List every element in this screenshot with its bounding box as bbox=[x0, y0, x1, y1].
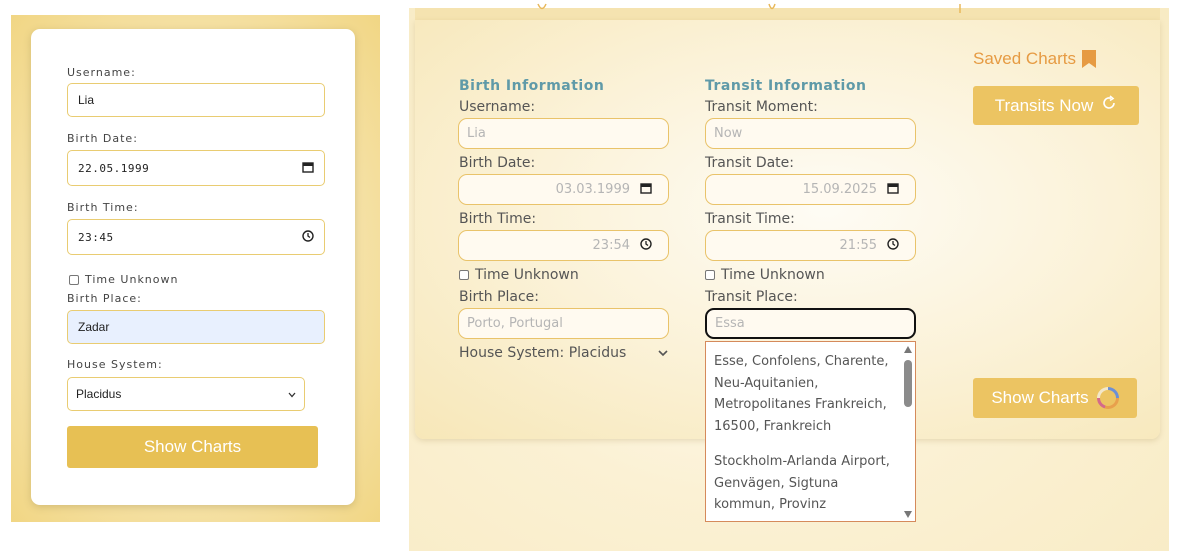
transit-date-value: 15.09.2025 bbox=[802, 182, 877, 197]
birth-place-input[interactable]: Porto, Portugal bbox=[458, 308, 669, 339]
birth-place-placeholder: Porto, Portugal bbox=[467, 316, 563, 331]
clock-icon[interactable] bbox=[887, 237, 899, 254]
house-system-select[interactable]: House System: Placidus bbox=[459, 345, 668, 361]
saved-charts-link[interactable]: Saved Charts bbox=[973, 49, 1096, 69]
birth-date-input[interactable]: 22.05.1999 bbox=[67, 150, 325, 186]
clock-icon[interactable] bbox=[302, 229, 314, 245]
refresh-icon bbox=[1101, 95, 1117, 116]
birth-username-placeholder: Lia bbox=[467, 126, 486, 141]
birth-place-input[interactable]: Zadar bbox=[67, 310, 325, 344]
birth-time-unknown-row[interactable]: Time Unknown bbox=[459, 267, 579, 283]
birth-username-label: Username: bbox=[459, 99, 536, 115]
username-input[interactable]: Lia bbox=[67, 83, 325, 117]
birth-date-value: 22.05.1999 bbox=[78, 161, 150, 175]
birth-place-label: Birth Place: bbox=[459, 289, 540, 305]
time-unknown-row[interactable]: Time Unknown bbox=[69, 273, 178, 286]
birth-username-input[interactable]: Lia bbox=[458, 118, 669, 149]
birth-place-value: Zadar bbox=[78, 320, 110, 334]
time-unknown-label: Time Unknown bbox=[85, 273, 179, 286]
chevron-down-icon bbox=[658, 345, 668, 361]
birth-time-label: Birth Time: bbox=[67, 201, 139, 214]
transit-date-input[interactable]: 15.09.2025 bbox=[705, 174, 916, 205]
clock-icon[interactable] bbox=[640, 237, 652, 254]
house-system-value: Placidus bbox=[76, 387, 122, 401]
scroll-up-arrow-icon[interactable] bbox=[904, 346, 912, 353]
transit-time-value: 21:55 bbox=[839, 238, 877, 253]
suggestion-option[interactable]: Stockholm-Arlanda Airport, Genvägen, Sig… bbox=[706, 451, 915, 516]
scroll-thumb[interactable] bbox=[904, 360, 912, 407]
birth-time-label: Birth Time: bbox=[459, 211, 537, 227]
birth-time-input[interactable]: 23:54 bbox=[458, 230, 669, 261]
time-unknown-checkbox[interactable] bbox=[69, 274, 79, 285]
show-charts-label: Show Charts bbox=[991, 388, 1089, 407]
house-system-select[interactable]: Placidus bbox=[67, 377, 305, 411]
saved-charts-label: Saved Charts bbox=[973, 49, 1076, 68]
birth-date-value: 03.03.1999 bbox=[555, 182, 630, 197]
birth-time-value: 23:45 bbox=[78, 230, 114, 244]
birth-time-unknown-label: Time Unknown bbox=[475, 267, 579, 283]
birth-time-value: 23:54 bbox=[592, 238, 630, 253]
house-system-label: House System: bbox=[67, 358, 163, 371]
scroll-down-arrow-icon[interactable] bbox=[904, 511, 912, 518]
spinner-icon bbox=[1096, 387, 1119, 409]
decorative-flourish-icon bbox=[956, 0, 964, 19]
chevron-down-icon bbox=[288, 387, 296, 401]
transit-moment-input[interactable]: Now bbox=[705, 118, 916, 149]
calendar-icon[interactable] bbox=[302, 161, 314, 176]
transit-moment-label: Transit Moment: bbox=[705, 99, 818, 115]
show-charts-transit-button[interactable]: Show Charts bbox=[973, 378, 1137, 418]
birth-place-label: Birth Place: bbox=[67, 292, 142, 305]
decorative-flourish-icon bbox=[536, 0, 548, 19]
transit-moment-placeholder: Now bbox=[714, 126, 743, 141]
birth-information-heading: Birth Information bbox=[459, 78, 605, 94]
calendar-icon[interactable] bbox=[640, 182, 652, 198]
transit-place-value: Essa bbox=[715, 316, 745, 331]
bookmark-icon bbox=[1082, 50, 1096, 68]
birth-date-input[interactable]: 03.03.1999 bbox=[458, 174, 669, 205]
transit-time-unknown-row[interactable]: Time Unknown bbox=[705, 267, 825, 283]
suggestion-option[interactable]: Esse, Confolens, Charente, Neu-Aquitanie… bbox=[706, 351, 915, 437]
decorative-flourish-icon bbox=[767, 0, 777, 19]
show-charts-button[interactable]: Show Charts bbox=[67, 426, 318, 468]
transit-date-label: Transit Date: bbox=[705, 155, 795, 171]
birth-date-label: Birth Date: bbox=[67, 132, 138, 145]
transit-time-unknown-checkbox[interactable] bbox=[705, 270, 715, 280]
username-value: Lia bbox=[78, 93, 95, 107]
transit-time-input[interactable]: 21:55 bbox=[705, 230, 916, 261]
username-label: Username: bbox=[67, 66, 136, 79]
transits-now-label: Transits Now bbox=[994, 95, 1094, 115]
dropdown-scrollbar[interactable] bbox=[903, 346, 913, 518]
birth-time-input[interactable]: 23:45 bbox=[67, 219, 325, 255]
transit-place-label: Transit Place: bbox=[705, 289, 798, 305]
birth-form-card: Username: Lia Birth Date: 22.05.1999 Bir… bbox=[31, 29, 355, 505]
house-system-label: House System: Placidus bbox=[459, 345, 627, 361]
birth-date-label: Birth Date: bbox=[459, 155, 536, 171]
transit-time-label: Transit Time: bbox=[705, 211, 795, 227]
transits-now-button[interactable]: Transits Now bbox=[973, 86, 1139, 125]
birth-time-unknown-checkbox[interactable] bbox=[459, 270, 469, 280]
transit-time-unknown-label: Time Unknown bbox=[721, 267, 825, 283]
transit-place-input[interactable]: Essa bbox=[705, 308, 916, 339]
transit-information-heading: Transit Information bbox=[705, 78, 867, 94]
transit-place-suggestions[interactable]: Esse, Confolens, Charente, Neu-Aquitanie… bbox=[705, 341, 916, 522]
calendar-icon[interactable] bbox=[887, 182, 899, 198]
